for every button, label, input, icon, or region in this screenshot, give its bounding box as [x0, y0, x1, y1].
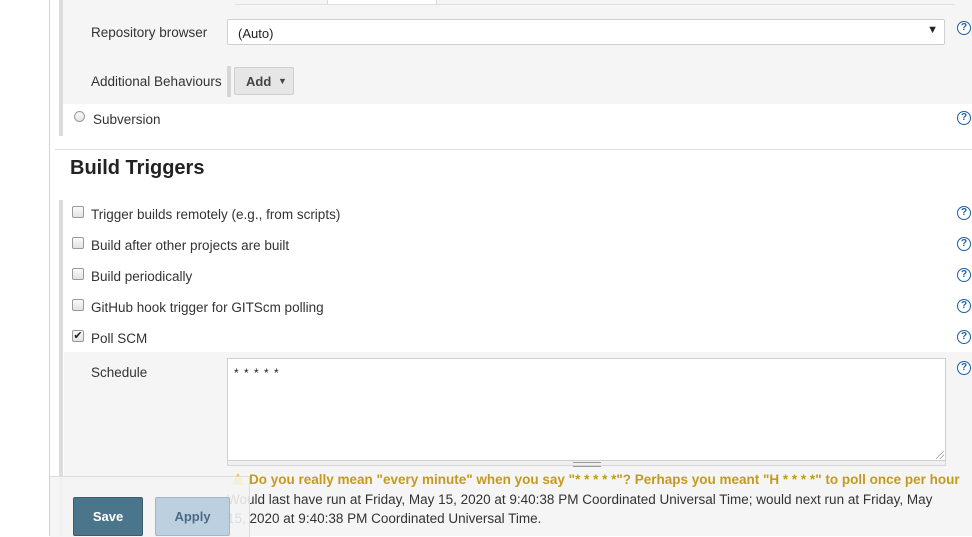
github-hook-trigger-label: GitHub hook trigger for GITScm polling: [91, 300, 324, 315]
repository-browser-value: (Auto): [238, 26, 274, 41]
build-after-other-projects-checkbox[interactable]: [72, 237, 84, 249]
caret-down-icon: ▼: [278, 76, 287, 86]
section-divider: [55, 149, 972, 150]
save-button[interactable]: Save: [73, 497, 143, 536]
repository-browser-label: Repository browser: [91, 25, 208, 40]
build-periodically-checkbox[interactable]: [72, 268, 84, 280]
build-after-other-projects-label: Build after other projects are built: [91, 238, 290, 253]
additional-behaviours-label: Additional Behaviours: [91, 74, 222, 89]
trigger-remotely-checkbox[interactable]: [72, 206, 84, 218]
add-button-label: Add: [246, 74, 272, 89]
help-icon[interactable]: ?: [957, 237, 971, 251]
help-icon[interactable]: ?: [957, 21, 971, 35]
schedule-run-info: Would last have run at Friday, May 15, 2…: [227, 492, 933, 526]
build-triggers-title: Build Triggers: [70, 157, 205, 179]
help-icon[interactable]: ?: [957, 299, 971, 313]
poll-scm-checkbox[interactable]: ✔: [72, 330, 84, 342]
drag-handle-icon[interactable]: [573, 462, 601, 467]
schedule-value: * * * * *: [234, 366, 280, 380]
help-icon[interactable]: ?: [957, 206, 971, 220]
subversion-label: Subversion: [93, 112, 161, 127]
dropdown-arrow-icon: ▼: [927, 24, 938, 36]
schedule-warning-text: Do you really mean "every minute" when y…: [249, 472, 960, 487]
poll-scm-label: Poll SCM: [91, 331, 148, 346]
help-icon[interactable]: ?: [957, 111, 971, 125]
schedule-textarea[interactable]: * * * * *: [227, 358, 946, 461]
scm-tab-active-edge: [327, 0, 437, 4]
help-icon[interactable]: ?: [957, 361, 971, 375]
github-hook-trigger-checkbox[interactable]: [72, 299, 84, 311]
trigger-remotely-label: Trigger builds remotely (e.g., from scri…: [91, 207, 341, 222]
repository-browser-select[interactable]: (Auto) ▼: [227, 19, 945, 45]
add-behaviour-button[interactable]: Add ▼: [234, 67, 294, 95]
schedule-label: Schedule: [91, 365, 148, 380]
scm-section-rule: [59, 0, 63, 136]
subversion-radio[interactable]: [74, 111, 85, 122]
help-icon[interactable]: ?: [957, 268, 971, 282]
schedule-warning: Do you really mean "every minute" when y…: [231, 472, 960, 487]
behaviours-rule: [227, 66, 231, 97]
apply-button[interactable]: Apply: [155, 497, 230, 536]
help-icon[interactable]: ?: [957, 330, 971, 344]
resize-grip-icon[interactable]: [936, 451, 944, 459]
left-border: [49, 0, 50, 536]
build-periodically-label: Build periodically: [91, 269, 193, 284]
